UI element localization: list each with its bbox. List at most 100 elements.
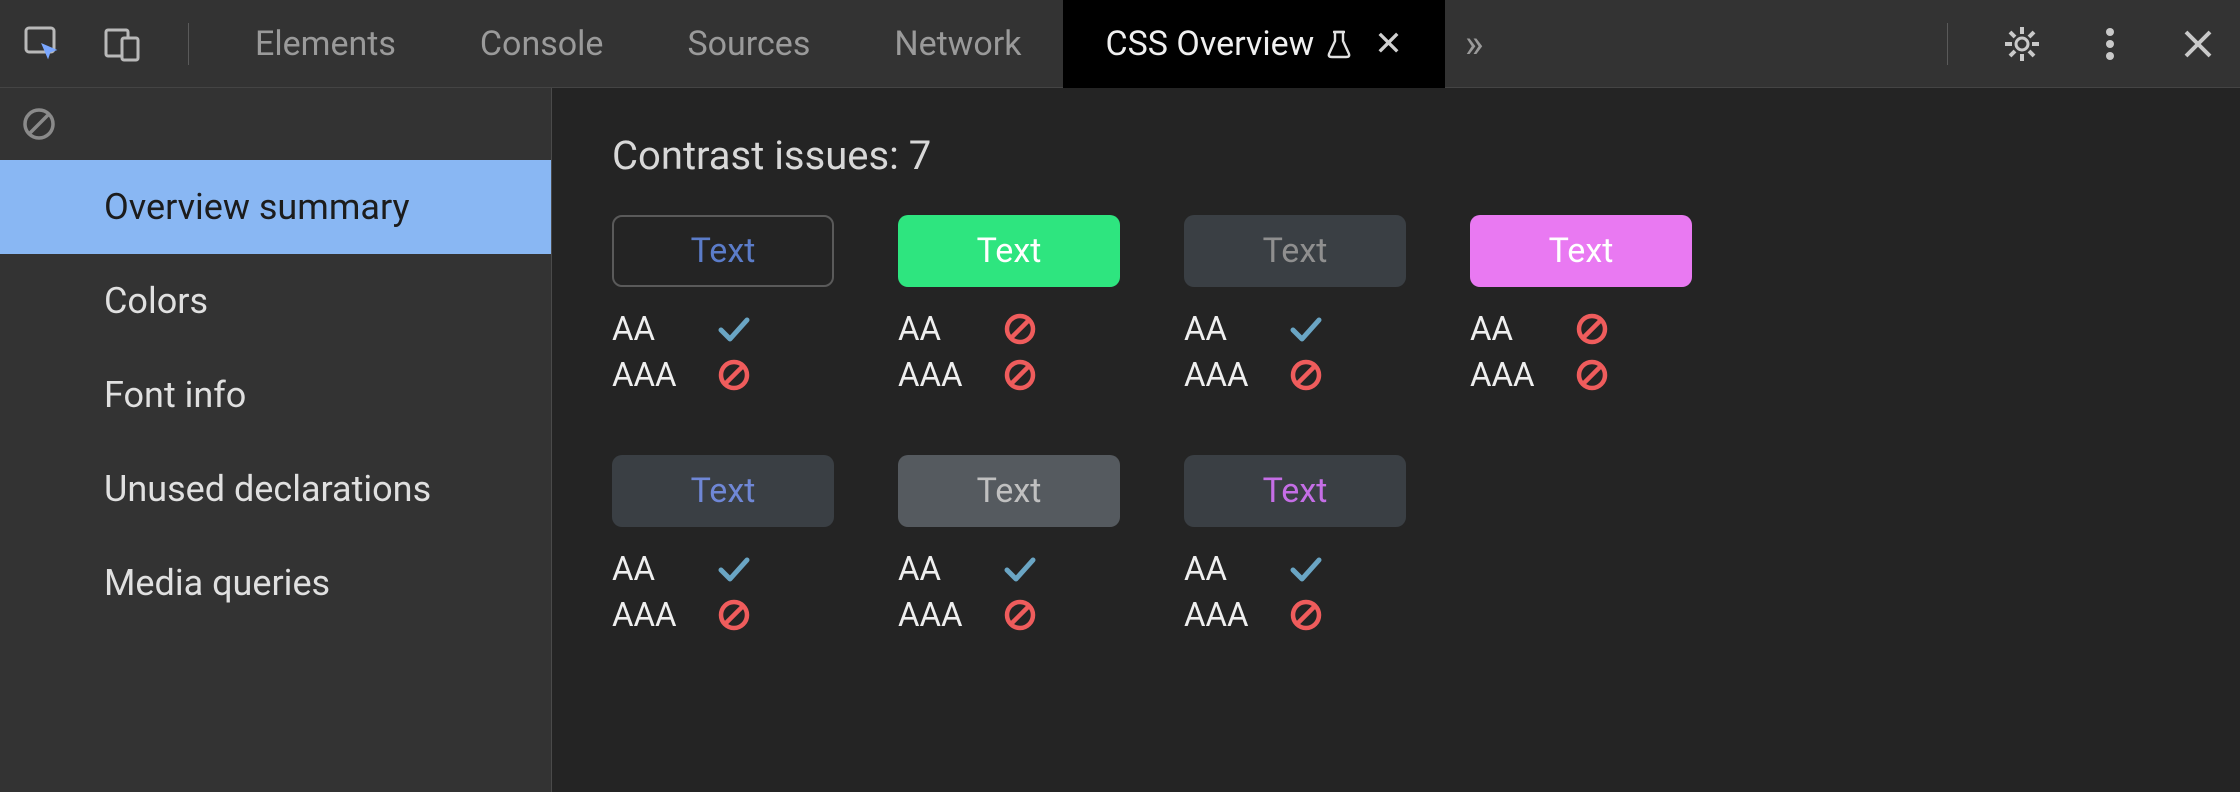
- contrast-swatch[interactable]: Text AA AAA: [1184, 215, 1406, 395]
- panel-body: Overview summary Colors Font info Unused…: [0, 88, 2240, 792]
- contrast-ratings: AA AAA: [612, 309, 834, 395]
- close-devtools-button[interactable]: [2172, 18, 2224, 70]
- fail-icon: [1286, 595, 1326, 635]
- no-symbol-icon: [1002, 597, 1038, 633]
- css-overview-main: Contrast issues: 7 TextAA AAA TextAA AAA…: [552, 88, 2240, 792]
- sidebar-item-label: Font info: [104, 374, 246, 416]
- gear-icon: [2002, 24, 2042, 64]
- sidebar-item-unused-declarations[interactable]: Unused declarations: [0, 442, 551, 536]
- sidebar-item-label: Media queries: [104, 562, 330, 604]
- tab-sources[interactable]: Sources: [645, 0, 852, 88]
- check-icon: [1001, 550, 1039, 588]
- rating-aaa: AAA: [612, 595, 834, 635]
- contrast-ratings: AA AAA: [898, 549, 1120, 635]
- sidebar-item-font-info[interactable]: Font info: [0, 348, 551, 442]
- swatch-row: Text AA AAA Text AA AAA Text AA AAA Text AA …: [612, 215, 2180, 395]
- device-toolbar-button[interactable]: [96, 18, 148, 70]
- rating-label: AAA: [1470, 356, 1562, 395]
- fail-icon: [714, 355, 754, 395]
- contrast-swatch[interactable]: Text AA AAA: [612, 455, 834, 635]
- fail-icon: [1000, 355, 1040, 395]
- rating-label: AAA: [898, 596, 990, 635]
- more-tabs-button[interactable]: »: [1445, 0, 1504, 88]
- rating-aaa: AAA: [1470, 355, 1692, 395]
- rating-aa: AA: [1184, 309, 1406, 349]
- settings-button[interactable]: [1996, 18, 2048, 70]
- sidebar-item-media-queries[interactable]: Media queries: [0, 536, 551, 630]
- sidebar-item-colors[interactable]: Colors: [0, 254, 551, 348]
- swatch-text-label: Text: [977, 471, 1042, 511]
- rating-label: AA: [612, 310, 704, 349]
- contrast-ratings: AA AAA: [612, 549, 834, 635]
- contrast-swatch[interactable]: Text AA AAA: [612, 215, 834, 395]
- contrast-swatch[interactable]: Text AA AAA: [1470, 215, 1692, 395]
- swatch-text-label: Text: [1549, 231, 1614, 271]
- no-symbol-icon: [716, 357, 752, 393]
- kebab-icon: [2103, 24, 2117, 64]
- tab-label: Elements: [255, 24, 396, 64]
- check-icon: [1287, 550, 1325, 588]
- swatch-color-sample[interactable]: Text: [612, 215, 834, 287]
- no-symbol-icon: [1574, 311, 1610, 347]
- rating-label: AA: [898, 310, 990, 349]
- rating-label: AAA: [1184, 356, 1276, 395]
- tab-label: CSS Overview: [1105, 24, 1314, 64]
- contrast-issues-heading: Contrast issues: 7: [612, 132, 2180, 179]
- sidebar-item-label: Overview summary: [104, 186, 410, 228]
- sidebar-item-overview-summary[interactable]: Overview summary: [0, 160, 551, 254]
- fail-icon: [1572, 309, 1612, 349]
- sidebar-toolbar: [0, 88, 551, 160]
- rating-aa: AA: [898, 549, 1120, 589]
- contrast-swatch[interactable]: Text AA AAA: [898, 215, 1120, 395]
- close-icon: [2181, 27, 2215, 61]
- tab-elements[interactable]: Elements: [213, 0, 438, 88]
- pass-icon: [714, 309, 754, 349]
- tab-network[interactable]: Network: [852, 0, 1063, 88]
- swatch-color-sample[interactable]: Text: [898, 455, 1120, 527]
- inspect-cursor-icon: [22, 24, 62, 64]
- rating-aa: AA: [1470, 309, 1692, 349]
- pass-icon: [1286, 309, 1326, 349]
- rating-label: AAA: [1184, 596, 1276, 635]
- swatch-color-sample[interactable]: Text: [1184, 455, 1406, 527]
- rating-label: AA: [1184, 550, 1276, 589]
- check-icon: [1287, 310, 1325, 348]
- rating-label: AA: [898, 550, 990, 589]
- fail-icon: [714, 595, 754, 635]
- rating-aa: AA: [898, 309, 1120, 349]
- swatch-color-sample[interactable]: Text: [1470, 215, 1692, 287]
- swatch-color-sample[interactable]: Text: [898, 215, 1120, 287]
- chevron-right-double-icon: »: [1465, 20, 1484, 67]
- no-symbol-icon: [1002, 311, 1038, 347]
- swatch-text-label: Text: [977, 231, 1042, 271]
- swatch-color-sample[interactable]: Text: [612, 455, 834, 527]
- check-icon: [715, 550, 753, 588]
- clear-overview-button[interactable]: [20, 105, 58, 143]
- rating-label: AAA: [612, 356, 704, 395]
- inspect-element-button[interactable]: [16, 18, 68, 70]
- tab-label: Network: [894, 24, 1021, 64]
- more-options-button[interactable]: [2084, 18, 2136, 70]
- rating-aa: AA: [1184, 549, 1406, 589]
- swatch-color-sample[interactable]: Text: [1184, 215, 1406, 287]
- no-symbol-icon: [716, 597, 752, 633]
- tab-css-overview[interactable]: CSS Overview ✕: [1063, 0, 1444, 88]
- no-symbol-icon: [1288, 597, 1324, 633]
- rating-label: AA: [612, 550, 704, 589]
- sidebar-item-label: Colors: [104, 280, 208, 322]
- tab-console[interactable]: Console: [438, 0, 646, 88]
- swatch-text-label: Text: [691, 231, 756, 271]
- rating-aaa: AAA: [612, 355, 834, 395]
- beaker-icon: [1326, 29, 1352, 59]
- contrast-ratings: AA AAA: [1470, 309, 1692, 395]
- no-symbol-icon: [1288, 357, 1324, 393]
- contrast-ratings: AA AAA: [1184, 549, 1406, 635]
- contrast-ratings: AA AAA: [898, 309, 1120, 395]
- css-overview-sidebar: Overview summary Colors Font info Unused…: [0, 88, 552, 792]
- no-symbol-icon: [1002, 357, 1038, 393]
- swatch-text-label: Text: [1263, 471, 1328, 511]
- contrast-swatch[interactable]: Text AA AAA: [898, 455, 1120, 635]
- close-tab-icon[interactable]: ✕: [1374, 24, 1403, 64]
- contrast-swatch[interactable]: Text AA AAA: [1184, 455, 1406, 635]
- rating-aaa: AAA: [898, 355, 1120, 395]
